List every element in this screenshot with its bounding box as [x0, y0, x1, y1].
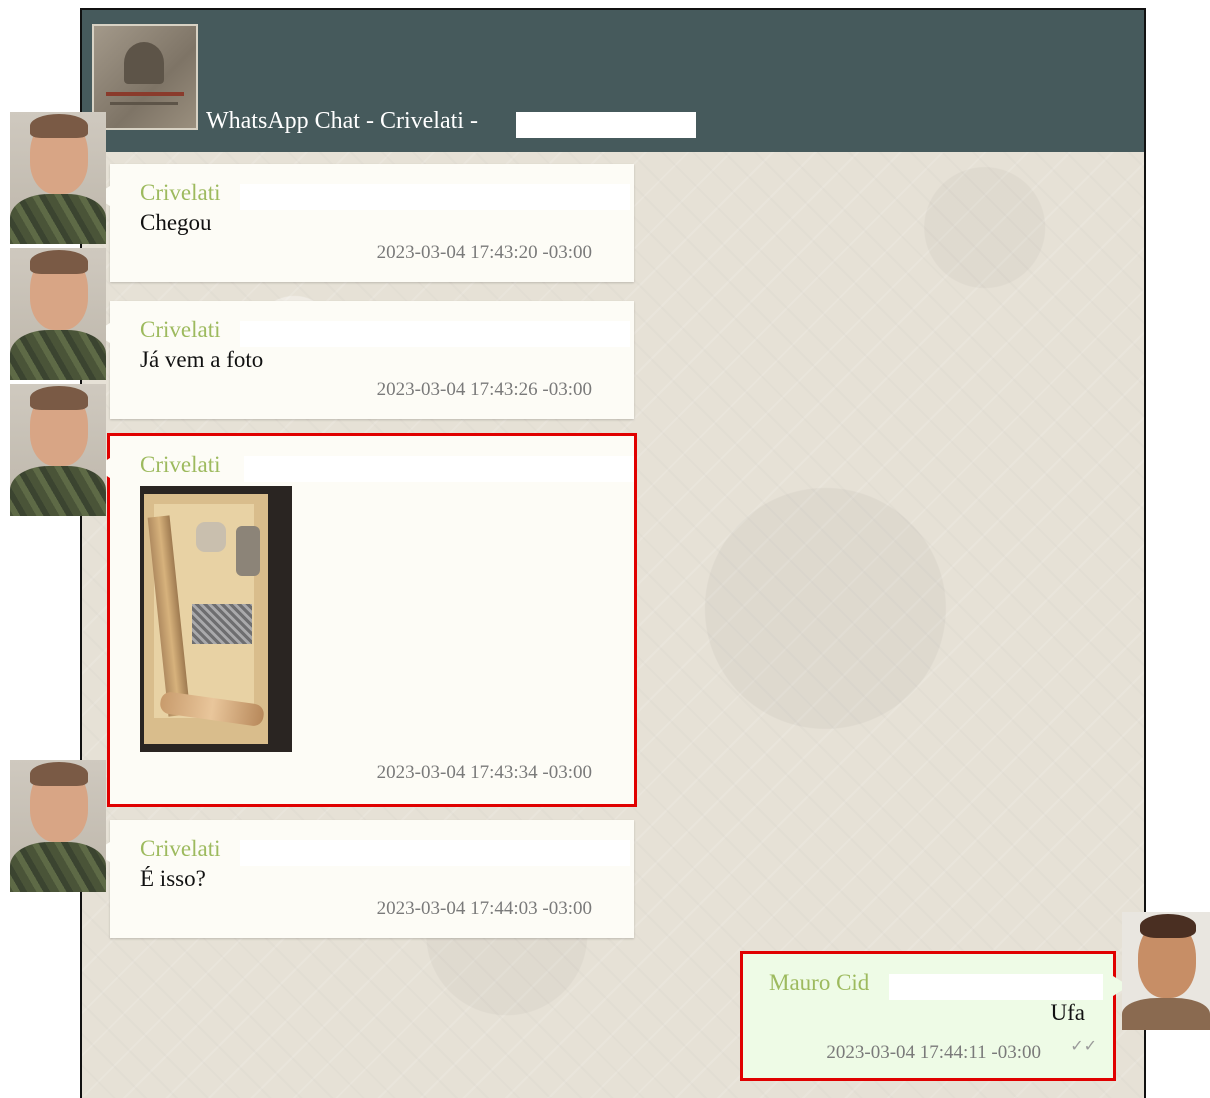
redaction-box — [516, 112, 696, 138]
sender-name: Crivelati — [140, 317, 221, 342]
redaction-box — [244, 456, 634, 482]
chat-title: WhatsApp Chat - Crivelati - — [206, 108, 478, 134]
redaction-box — [240, 184, 630, 210]
group-avatar[interactable] — [92, 24, 198, 130]
message-text: É isso? — [140, 866, 206, 891]
double-check-icon: ✓✓ — [1070, 1038, 1097, 1055]
avatar[interactable] — [1122, 912, 1210, 1030]
message-bubble[interactable]: Crivelati 2023-03-04 17:43:34 -03:00 — [94, 433, 637, 807]
avatar-body — [10, 330, 106, 380]
message-text: Ufa — [1050, 1000, 1085, 1025]
message-timestamp: 2023-03-04 17:44:11 -03:00 — [826, 1042, 1041, 1063]
message-timestamp: 2023-03-04 17:43:26 -03:00 — [376, 379, 592, 400]
avatar-body — [1122, 998, 1210, 1030]
avatar[interactable] — [10, 112, 106, 244]
avatar-hair — [30, 762, 88, 786]
avatar-hair — [1140, 914, 1196, 938]
sender-name: Mauro Cid — [769, 970, 870, 995]
avatar[interactable] — [10, 248, 106, 380]
avatar-body — [10, 194, 106, 244]
emblem-stripe — [110, 102, 178, 105]
message-timestamp: 2023-03-04 17:44:03 -03:00 — [376, 898, 592, 919]
avatar-hair — [30, 250, 88, 274]
sender-name: Crivelati — [140, 180, 221, 205]
chat-window: WhatsApp Chat - Crivelati - Crivelati Ch… — [80, 8, 1146, 1098]
photo-item — [192, 604, 252, 644]
message-text: Chegou — [140, 210, 212, 235]
emblem-stripe — [106, 92, 184, 96]
avatar[interactable] — [10, 384, 106, 516]
photo-attachment[interactable] — [140, 486, 292, 752]
avatar-body — [10, 842, 106, 892]
sender-name: Crivelati — [140, 452, 221, 477]
message-timestamp: 2023-03-04 17:43:20 -03:00 — [376, 242, 592, 263]
message-bubble[interactable]: Crivelati Já vem a foto 2023-03-04 17:43… — [94, 301, 634, 419]
message-bubble[interactable]: Crivelati É isso? 2023-03-04 17:44:03 -0… — [94, 820, 634, 938]
avatar-body — [10, 466, 106, 516]
message-bubble-outgoing[interactable]: Mauro Cid Ufa 2023-03-04 17:44:11 -03:00… — [740, 951, 1129, 1081]
message-timestamp: 2023-03-04 17:43:34 -03:00 — [376, 762, 592, 783]
photo-item — [196, 522, 226, 552]
redaction-box — [240, 840, 630, 866]
avatar-hair — [30, 114, 88, 138]
photo-item — [236, 526, 260, 576]
redaction-box — [889, 974, 1103, 1000]
message-text: Já vem a foto — [140, 347, 264, 372]
sender-name: Crivelati — [140, 836, 221, 861]
message-bubble[interactable]: Crivelati Chegou 2023-03-04 17:43:20 -03… — [94, 164, 634, 282]
redaction-box — [240, 321, 630, 347]
emblem-shape — [124, 42, 164, 84]
avatar[interactable] — [10, 760, 106, 892]
chat-header: WhatsApp Chat - Crivelati - — [82, 10, 1144, 152]
avatar-hair — [30, 386, 88, 410]
